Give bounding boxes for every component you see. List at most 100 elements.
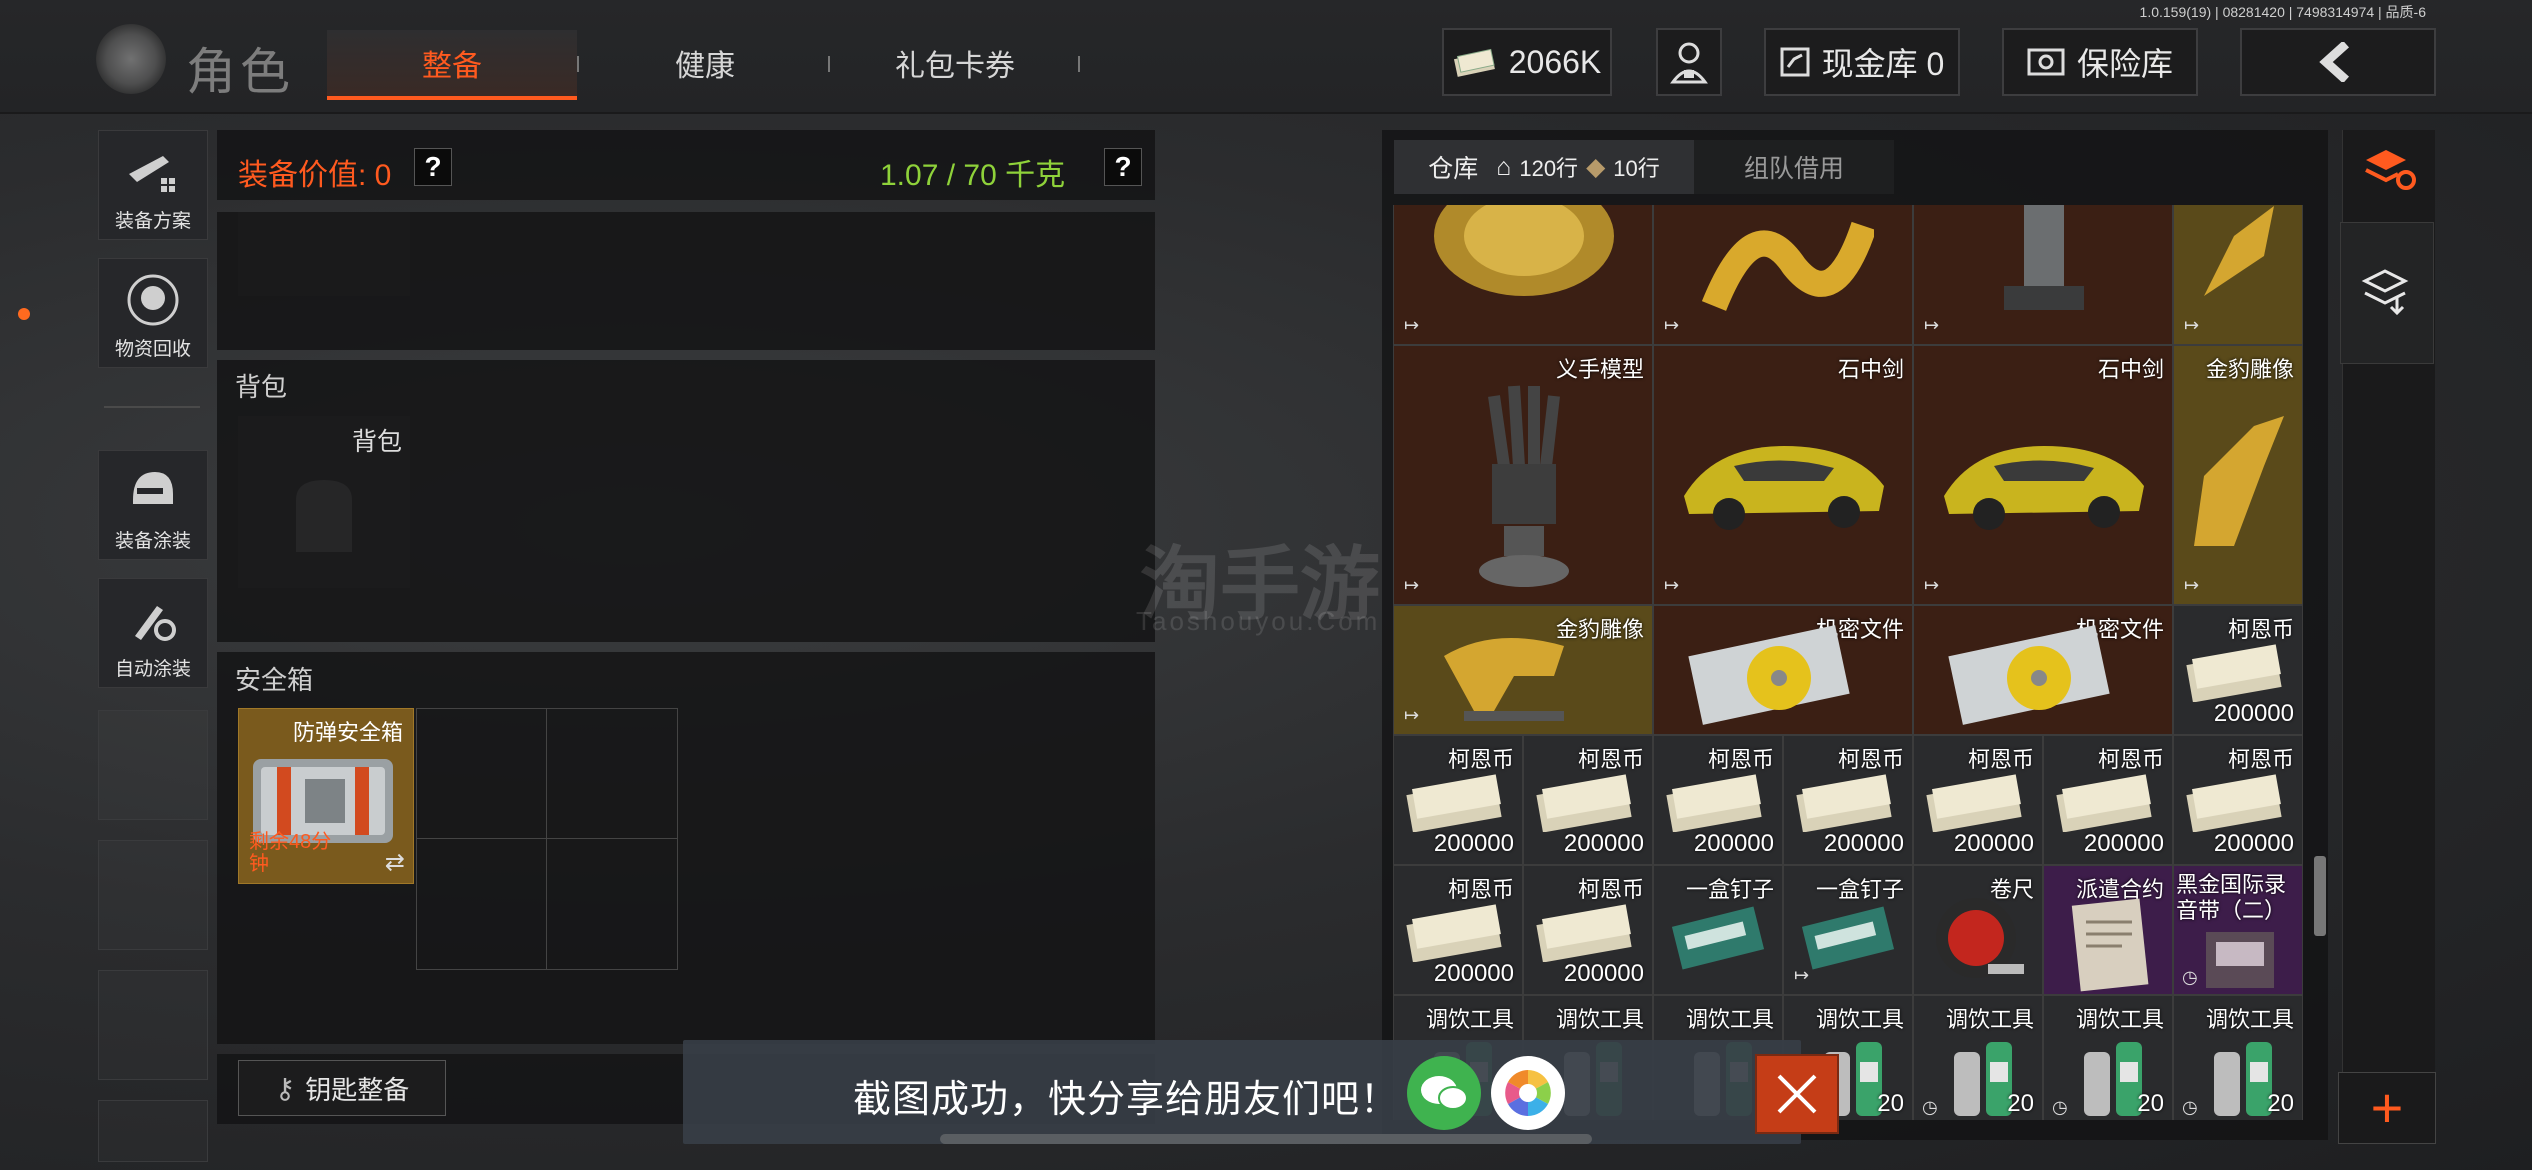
item-cell[interactable]: 一盒钉子 ↦ xyxy=(1783,865,1913,995)
backpack-slot[interactable]: 背包 xyxy=(238,416,410,588)
item-count: 20 xyxy=(2007,1090,2034,1117)
item-name: 柯恩币 xyxy=(2097,747,2164,772)
tab-health[interactable]: 健康 xyxy=(600,30,810,96)
item-cell[interactable]: ↦ xyxy=(1653,205,1913,345)
share-close-button[interactable] xyxy=(1755,1054,1839,1134)
moments-share-button[interactable] xyxy=(1491,1056,1565,1130)
key-equip-button[interactable]: ⚷ 钥匙整备 xyxy=(238,1060,446,1116)
contract-icon xyxy=(2071,898,2149,992)
nav-skin[interactable]: 装备涂装 xyxy=(98,450,208,560)
version-info: 1.0.159(19) | 08281420 | 7498314974 | 品质… xyxy=(2139,4,2426,20)
cash-bundle-icon xyxy=(1536,774,1632,832)
tab-equip[interactable]: 整备 xyxy=(327,30,577,100)
item-name: 柯恩币 xyxy=(1967,747,2034,772)
item-cell[interactable]: 柯恩币 200000 xyxy=(1393,865,1523,995)
back-arrow-icon xyxy=(2319,42,2350,82)
item-cell[interactable]: 金豹雕像 ↦ xyxy=(1393,605,1653,735)
nav-equip-plan[interactable]: 装备方案 xyxy=(98,130,208,240)
item-cell[interactable]: 柯恩币 200000 xyxy=(1913,735,2043,865)
page-title: 角色 xyxy=(186,44,294,100)
golden-snake-icon xyxy=(1701,221,1874,311)
cash-bundle-icon xyxy=(1406,904,1502,962)
item-count: 200000 xyxy=(1693,830,1774,857)
safebox-timer: 剩余48分钟 xyxy=(249,831,332,875)
secret-file-icon xyxy=(1688,625,1850,725)
safe-vault-label: 保险库 xyxy=(2076,46,2173,82)
item-cell[interactable]: 机密文件 xyxy=(1913,605,2173,735)
item-count: 200000 xyxy=(1823,830,1904,857)
item-cell[interactable]: 卷尺 xyxy=(1913,865,2043,995)
safebox-item[interactable]: 防弹安全箱 剩余48分钟 ⇄ xyxy=(238,708,414,884)
operator-button[interactable] xyxy=(1656,28,1722,96)
item-cell[interactable]: 柯恩币 200000 xyxy=(1523,865,1653,995)
equip-slot[interactable] xyxy=(238,212,410,296)
nail-box-icon xyxy=(1671,906,1765,970)
item-cell[interactable]: 柯恩币 200000 xyxy=(2173,735,2303,865)
item-cell[interactable]: 金豹雕像 ↦ xyxy=(2173,345,2303,605)
move-icon: ↦ xyxy=(1664,575,1680,595)
swap-icon[interactable]: ⇄ xyxy=(385,848,405,877)
item-cell[interactable]: ↦ xyxy=(1393,205,1653,345)
item-cell[interactable]: 柯恩币 200000 xyxy=(1783,735,1913,865)
empty-slot xyxy=(98,1100,208,1162)
cash-vault-button[interactable]: 现金库 0 xyxy=(1764,28,1960,96)
item-cell[interactable]: 调饮工具 20 ◷ xyxy=(2043,995,2173,1120)
tab-gifts[interactable]: 礼包卡券 xyxy=(850,30,1060,96)
move-icon: ↦ xyxy=(1924,315,1940,335)
item-cell[interactable]: 调饮工具 20 ◷ xyxy=(2173,995,2303,1120)
add-button[interactable]: + xyxy=(2338,1072,2436,1144)
currency-display[interactable]: 2066K xyxy=(1442,28,1612,96)
tab-divider xyxy=(1078,56,1080,72)
watermark-url: Taoshouyou.Com xyxy=(1136,606,1381,636)
move-icon: ↦ xyxy=(1404,575,1420,595)
helmet-icon xyxy=(133,472,173,504)
nav-recycle[interactable]: 物资回收 xyxy=(98,258,208,368)
item-cell[interactable]: ↦ xyxy=(1913,205,2173,345)
item-cell[interactable]: 义手模型 ↦ xyxy=(1393,345,1653,605)
weight-help[interactable]: ? xyxy=(1104,148,1142,186)
supercar-icon xyxy=(1944,446,2144,530)
tab-warehouse[interactable]: 仓库 ⌂ 120行 ◆ 10行 xyxy=(1394,140,1694,194)
item-cell[interactable]: 柯恩币 200000 xyxy=(2043,735,2173,865)
item-cell[interactable]: 石中剑 ↦ xyxy=(1653,345,1913,605)
item-count: 20 xyxy=(2267,1090,2294,1117)
rows-main: 120行 xyxy=(1519,156,1579,181)
sort-button[interactable] xyxy=(2350,132,2430,208)
tab-team-borrow[interactable]: 组队借用 xyxy=(1694,140,1894,194)
empty-slot xyxy=(98,840,208,950)
warehouse-scrollbar[interactable] xyxy=(2314,856,2326,936)
move-icon: ↦ xyxy=(2184,315,2200,335)
equip-value-help[interactable]: ? xyxy=(414,148,452,186)
wechat-share-button[interactable] xyxy=(1407,1056,1481,1130)
item-cell[interactable]: 柯恩币 200000 xyxy=(1393,735,1523,865)
item-cell[interactable]: 调饮工具 20 ◷ xyxy=(1913,995,2043,1120)
item-cell[interactable]: 黑金国际录音带（二） ◷ xyxy=(2173,865,2303,995)
item-count: 200000 xyxy=(1433,830,1514,857)
item-cell[interactable]: 柯恩币 200000 xyxy=(1523,735,1653,865)
item-cell[interactable]: 一盒钉子 xyxy=(1653,865,1783,995)
back-button[interactable] xyxy=(2240,28,2436,96)
weight-display: 1.07 / 70 千克 xyxy=(880,159,1066,192)
item-name: 柯恩币 xyxy=(2227,747,2294,772)
item-name: 调饮工具 xyxy=(1685,1007,1774,1032)
stack-download-button[interactable] xyxy=(2340,222,2434,364)
nav-auto-skin[interactable]: 自动涂装 xyxy=(98,578,208,688)
item-cell[interactable]: 派遣合约 xyxy=(2043,865,2173,995)
ornament-icon xyxy=(1434,205,1614,296)
warehouse-grid: ↦ ↦ ↦ ↦ 义手模型 ↦ 石中剑 ↦ 石中剑 ↦ 金豹雕像 ↦ 金豹雕像 ↦… xyxy=(1393,205,2303,1120)
safe-vault-button[interactable]: 保险库 xyxy=(2002,28,2198,96)
item-cell[interactable]: ↦ xyxy=(2173,205,2303,345)
operator-icon xyxy=(1670,42,1708,84)
move-icon: ↦ xyxy=(1404,315,1420,335)
nav-skin-label: 装备涂装 xyxy=(114,531,191,552)
item-cell[interactable]: 柯恩币 200000 xyxy=(1653,735,1783,865)
move-icon: ↦ xyxy=(1664,315,1680,335)
item-cell[interactable]: 机密文件 xyxy=(1653,605,1913,735)
item-name: 柯恩币 xyxy=(1837,747,1904,772)
item-cell[interactable]: 石中剑 ↦ xyxy=(1913,345,2173,605)
safebox-item-name: 防弹安全箱 xyxy=(292,720,403,745)
ticket-icon: ◆ xyxy=(1586,153,1606,181)
vault-icon xyxy=(1780,47,1810,77)
item-cell[interactable]: 柯恩币 200000 xyxy=(2173,605,2303,735)
cash-bundle-icon xyxy=(1796,774,1892,832)
